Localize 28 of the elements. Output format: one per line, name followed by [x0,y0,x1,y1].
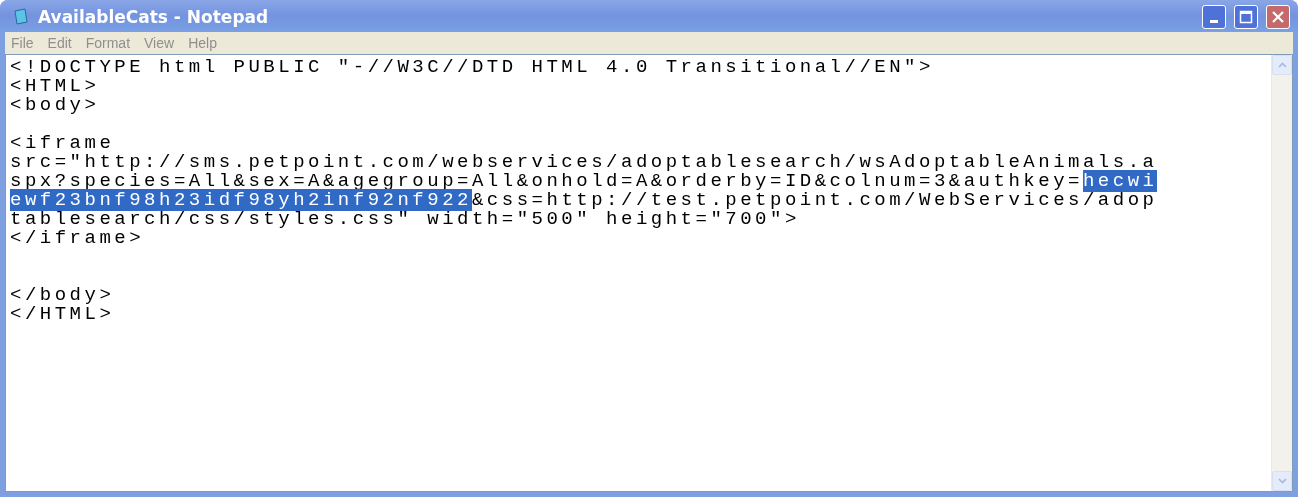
code-text: </HTML> [10,303,115,325]
maximize-icon [1239,10,1253,24]
code-text: <body> [10,94,100,116]
menu-item[interactable]: View [144,35,175,51]
code-text: spx?species=All&sex=A&agegroup=All&onhold=A&orderby=ID&colnum=3&authkey= [10,170,1083,192]
selected-text: ewf23bnf98h23idf98yh2inf92nf922 [10,189,472,211]
code-text: </body> [10,284,115,306]
caret-down-icon [1277,478,1287,484]
menu-item[interactable]: Edit [47,35,72,51]
caret-up-icon [1277,62,1287,68]
code-text: &css=http://test.petpoint.com/WebServices/adop [471,189,1158,211]
notepad-icon [12,8,30,26]
menu-item[interactable]: File [11,35,34,51]
code-text: <!DOCTYPE html PUBLIC "-//W3C//DTD HTML 4.0 Transitional//EN"> [10,56,934,78]
close-button[interactable] [1266,5,1290,29]
menu-item[interactable]: Format [85,35,131,51]
close-icon [1271,10,1285,24]
code-text: <HTML> [10,75,100,97]
code-text: src="http://sms.petpoint.com/webservices/adoptablesearch/wsAdoptableAnimals.a [10,151,1158,173]
code-text: <iframe [10,132,115,154]
menu-item[interactable]: Help [188,35,217,51]
minimize-button[interactable] [1202,5,1226,29]
minimize-icon [1210,19,1218,23]
code-text: </iframe> [10,227,145,249]
window-title: AvailableCats - Notepad [38,7,270,27]
maximize-button[interactable] [1234,5,1258,29]
selected-text: hecwi [1082,170,1158,192]
code-text: tablesearch/css/styles.css" width="500" height="700"> [10,208,800,230]
